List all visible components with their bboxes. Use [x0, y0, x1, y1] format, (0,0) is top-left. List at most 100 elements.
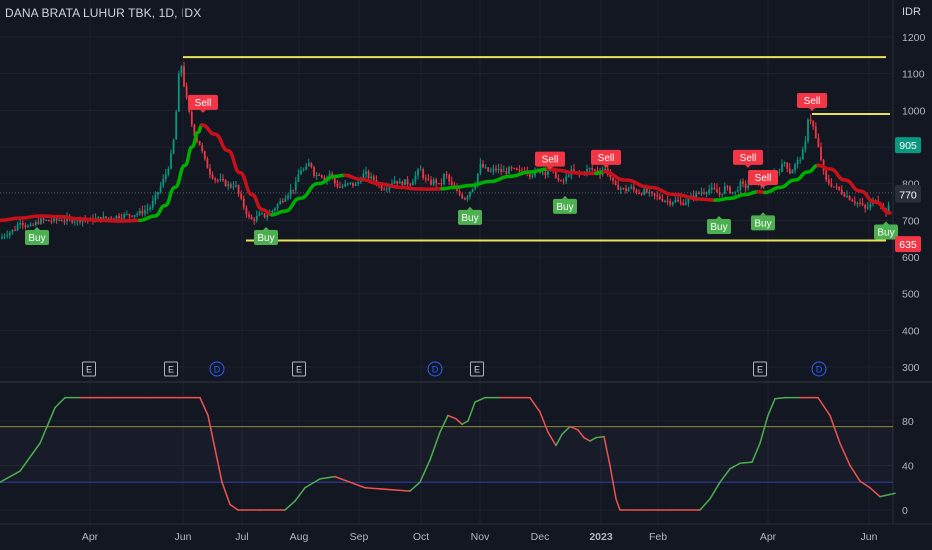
candle-body [859, 202, 861, 204]
candle-body [63, 221, 66, 223]
candle-body [726, 186, 729, 188]
trend-down-segment[interactable] [816, 163, 892, 215]
candle-body [643, 188, 646, 195]
trend-down-segment[interactable] [343, 173, 444, 191]
time-axis[interactable]: Apr Jun Jul Aug Sep Oct Nov Dec 2023 Feb Apr Jun [82, 531, 878, 543]
osc-axis[interactable]: 80 40 0 [902, 416, 914, 517]
candle-body [110, 217, 113, 219]
candle-body [245, 207, 248, 215]
candle-body [354, 183, 357, 186]
candle-body [432, 179, 435, 185]
candle-body [73, 221, 76, 223]
buy-signal[interactable]: Buy [458, 206, 482, 225]
candle-body [346, 183, 349, 185]
candle-body [640, 193, 643, 195]
candle-body [37, 222, 40, 224]
candle-body [505, 171, 508, 174]
candle-body [151, 200, 154, 208]
candle-body [55, 218, 58, 221]
candle-body [786, 162, 789, 169]
osc-line-segment [461, 420, 469, 426]
candle-body [203, 151, 206, 159]
candle-body [240, 193, 243, 199]
candle-body [393, 180, 396, 184]
dividend-event-marker[interactable]: D [811, 361, 827, 377]
candle-body [170, 153, 172, 169]
buy-signal[interactable]: Buy [254, 227, 278, 246]
candle-body [565, 176, 568, 181]
candle-body [801, 149, 804, 160]
sell-signal[interactable]: Sell [797, 93, 827, 112]
candle-body [497, 169, 500, 171]
candle-body [136, 213, 139, 216]
osc-tick-label: 40 [902, 461, 914, 473]
signal-label: Sell [542, 155, 559, 166]
candle-body [427, 179, 430, 181]
candle-body [417, 169, 419, 176]
candle-body [185, 86, 188, 99]
candle-body [484, 167, 487, 169]
buy-signal[interactable]: Buy [25, 227, 49, 246]
candle-body [682, 202, 685, 206]
candle-body [34, 222, 37, 226]
candle-body [172, 139, 175, 154]
earnings-event-marker[interactable]: E [82, 361, 96, 377]
time-tick-label: 2023 [589, 531, 613, 543]
buy-signal[interactable]: Buy [874, 221, 898, 240]
candle-body [406, 179, 409, 185]
candle-body [671, 202, 674, 205]
candle-body [11, 229, 14, 233]
candle-body [125, 214, 128, 216]
candle-body [396, 180, 399, 184]
sell-signal[interactable]: Sell [591, 149, 621, 168]
candle-body [622, 188, 625, 190]
earnings-event-marker[interactable]: E [292, 361, 306, 377]
trend-up-segment[interactable] [440, 167, 550, 191]
candle-body [180, 66, 183, 74]
candle-body [287, 195, 289, 199]
dividend-event-marker[interactable]: D [427, 361, 443, 377]
buy-signal[interactable]: Buy [751, 212, 775, 231]
candle-body [814, 126, 817, 139]
trend-down-segment[interactable] [200, 123, 274, 217]
price-tick-label: 1000 [902, 105, 926, 117]
candle-body [105, 216, 107, 218]
sell-signal[interactable]: Sell [733, 149, 763, 168]
candle-body [557, 178, 560, 181]
candle-body [869, 204, 872, 208]
candle-body [471, 188, 474, 192]
earnings-event-marker[interactable]: E [470, 361, 484, 377]
price-chart[interactable]: Buy Sell Buy Sell Buy Sell Buy Sell Buy Sell Buy Se… [0, 0, 932, 550]
candle-body [734, 191, 737, 193]
earnings-event-marker[interactable]: E [753, 361, 767, 377]
candle-body [16, 224, 19, 231]
candle-body [656, 195, 659, 197]
candle-body [827, 179, 830, 184]
candle-body [708, 189, 711, 193]
candle-body [508, 167, 510, 174]
sell-signal[interactable]: Sell [748, 170, 778, 189]
candle-body [206, 158, 209, 169]
earnings-event-marker[interactable]: E [164, 361, 178, 377]
buy-signal[interactable]: Buy [707, 216, 731, 235]
trend-up-segment[interactable] [138, 123, 204, 223]
candle-body [315, 175, 318, 177]
candle-body [27, 225, 29, 228]
dividend-event-marker[interactable]: D [209, 361, 225, 377]
chart-root[interactable]: DANA BRATA LUHUR TBK, 1D, IDX IDR Buy Sel… [0, 0, 932, 550]
osc-line-segment [529, 396, 541, 413]
event-label: E [474, 365, 480, 375]
candle-body [164, 174, 167, 180]
candle-body [807, 119, 809, 142]
candle-body [638, 192, 640, 194]
candle-body [645, 188, 648, 193]
buy-signal[interactable]: Buy [553, 195, 577, 214]
signal-pointer [716, 216, 722, 220]
oscillator-pane[interactable] [0, 396, 896, 511]
candle-body [661, 199, 664, 202]
trend-up-segment[interactable] [713, 189, 760, 202]
signal-label: Buy [877, 228, 894, 239]
price-axis[interactable]: 1200110010009008007006005004003009057757… [895, 32, 926, 374]
candle-body [302, 169, 305, 171]
candle-body [619, 188, 622, 190]
